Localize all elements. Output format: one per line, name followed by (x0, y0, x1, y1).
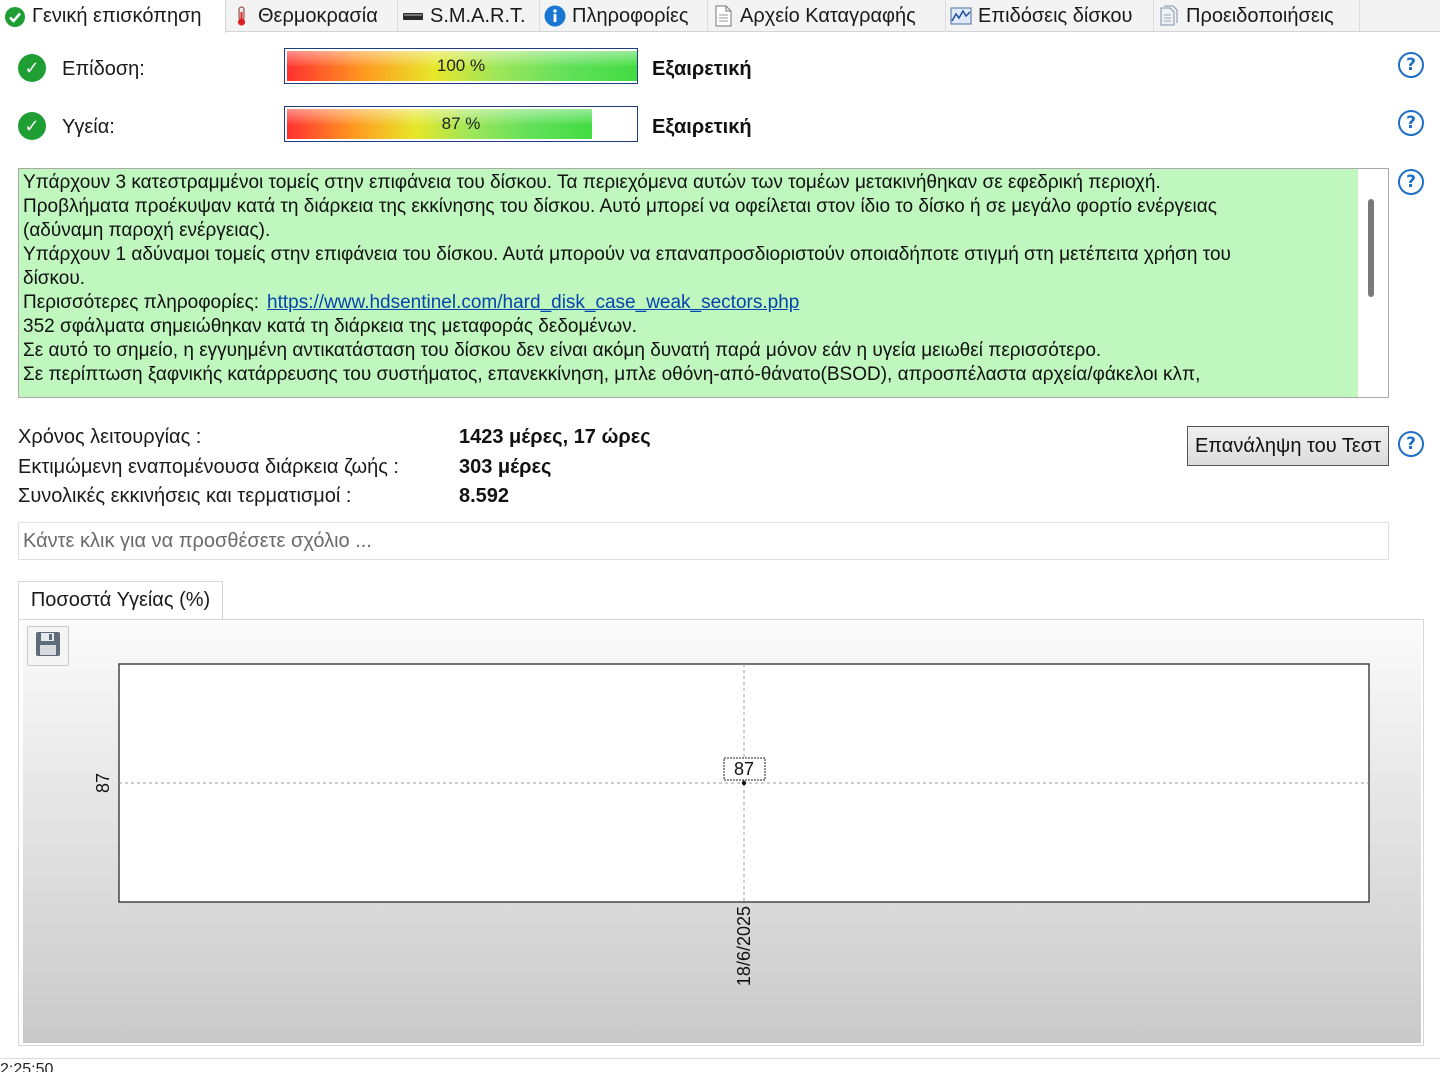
status-message-text: Υπάρχουν 3 κατεστραμμένοι τομείς στην επ… (19, 169, 1359, 397)
help-icon[interactable]: ? (1398, 110, 1424, 136)
log-document-icon (712, 5, 734, 27)
health-bar: 87 % (284, 106, 638, 142)
tab-information[interactable]: Πληροφορίες (540, 0, 708, 32)
more-info-line: Περισσότερες πληροφορίες: https://www.hds… (23, 291, 1355, 315)
message-line: Προβλήματα προέκυψαν κατά τη διάρκεια τη… (23, 196, 1217, 217)
message-scrollbar[interactable] (1358, 169, 1388, 397)
tab-alerts[interactable]: Προειδοποιήσεις (1154, 0, 1360, 32)
tab-label: S.M.A.R.T. (430, 4, 526, 27)
tab-label: Επιδόσεις δίσκου (978, 4, 1133, 27)
help-icon[interactable]: ? (1398, 52, 1424, 78)
tab-temperature[interactable]: Θερμοκρασία (226, 0, 398, 32)
help-icon[interactable]: ? (1398, 169, 1424, 195)
tab-bar: Γενική επισκόπηση Θερμοκρασία S.M.A.R.T.… (0, 0, 1440, 33)
more-info-link[interactable]: https://www.hdsentinel.com/hard_disk_cas… (267, 292, 799, 313)
performance-label: Επίδοση: (62, 58, 145, 80)
remaining-lifetime-value: 303 μέρες (459, 456, 552, 478)
info-icon (544, 5, 566, 27)
tab-label: Πληροφορίες (572, 4, 689, 27)
status-bar-time: 2:25:50 (0, 1061, 54, 1072)
message-line: Υπάρχουν 1 αδύναμοι τομείς στην επιφάνει… (23, 244, 1231, 265)
floppy-disk-icon (35, 631, 61, 662)
startups-label: Συνολικές εκκινήσεις και τερματισμοί : (18, 485, 352, 507)
check-circle-icon (4, 6, 26, 28)
tab-smart[interactable]: S.M.A.R.T. (398, 0, 540, 32)
comment-input[interactable] (18, 522, 1389, 560)
remaining-lifetime-label: Εκτιμώμενη εναπομένουσα διάρκεια ζωής : (18, 456, 399, 478)
y-tick-label: 87 (93, 773, 113, 793)
health-chart-panel: 87 87 18/6/2025 (18, 619, 1424, 1046)
startups-value: 8.592 (459, 485, 510, 507)
health-rating: Εξαιρετική (652, 116, 752, 138)
tab-label: Γενική επισκόπηση (32, 5, 202, 27)
check-circle-icon: ✓ (18, 54, 46, 82)
tab-label: Θερμοκρασία (258, 4, 378, 27)
message-scrollbar-thumb[interactable] (1368, 199, 1374, 297)
health-label: Υγεία: (62, 116, 115, 138)
performance-row: ✓ Επίδοση: 100 % Εξαιρετική (0, 48, 1440, 94)
thermometer-icon (230, 5, 252, 27)
tab-overview[interactable]: Γενική επισκόπηση (0, 0, 226, 33)
alerts-document-icon (1158, 5, 1180, 27)
tab-disk-performance[interactable]: Επιδόσεις δίσκου (946, 0, 1154, 32)
message-line: 352 σφάλματα σημειώθηκαν κατά τη διάρκει… (23, 316, 638, 337)
performance-bar-text: 100 % (436, 56, 486, 75)
chart-area: 87 87 18/6/2025 (23, 622, 1421, 1043)
message-line: Σε περίπτωση ξαφνικής κατάρρευσης του συ… (23, 364, 1201, 385)
save-chart-button[interactable] (27, 626, 69, 666)
data-point (741, 780, 747, 786)
drive-icon (402, 5, 424, 27)
performance-bar: 100 % (284, 48, 638, 84)
data-label: 87 (734, 759, 754, 779)
message-line: (αδύναμη παροχή ενέργειας). (23, 220, 271, 241)
message-line: Σε αυτό το σημείο, η εγγυημένη αντικατάσ… (23, 340, 1102, 361)
performance-rating: Εξαιρετική (652, 58, 752, 80)
uptime-value: 1423 μέρες, 17 ώρες (459, 426, 651, 448)
check-circle-icon: ✓ (18, 112, 46, 140)
help-icon[interactable]: ? (1398, 431, 1424, 457)
status-message-box[interactable]: Υπάρχουν 3 κατεστραμμένοι τομείς στην επ… (18, 168, 1389, 398)
status-bar-separator (0, 1058, 1440, 1059)
tab-log[interactable]: Αρχείο Καταγραφής (708, 0, 946, 32)
health-bar-text: 87 % (441, 114, 481, 133)
retest-button[interactable]: Επανάληψη του Τεστ (1187, 426, 1389, 466)
message-line: Υπάρχουν 3 κατεστραμμένοι τομείς στην επ… (23, 172, 1161, 193)
tab-health-percent[interactable]: Ποσοστά Υγείας (%) (18, 581, 223, 619)
more-info-label: Περισσότερες πληροφορίες: (23, 292, 260, 313)
health-row: ✓ Υγεία: 87 % Εξαιρετική (0, 106, 1440, 152)
performance-chart-icon (950, 5, 972, 27)
tab-label: Αρχείο Καταγραφής (740, 4, 916, 27)
health-chart: 87 87 18/6/2025 (93, 663, 1370, 986)
x-tick-label: 18/6/2025 (734, 906, 754, 986)
message-line: δίσκου. (23, 268, 86, 289)
tab-label: Προειδοποιήσεις (1186, 4, 1334, 27)
uptime-label: Χρόνος λειτουργίας : (18, 426, 202, 448)
